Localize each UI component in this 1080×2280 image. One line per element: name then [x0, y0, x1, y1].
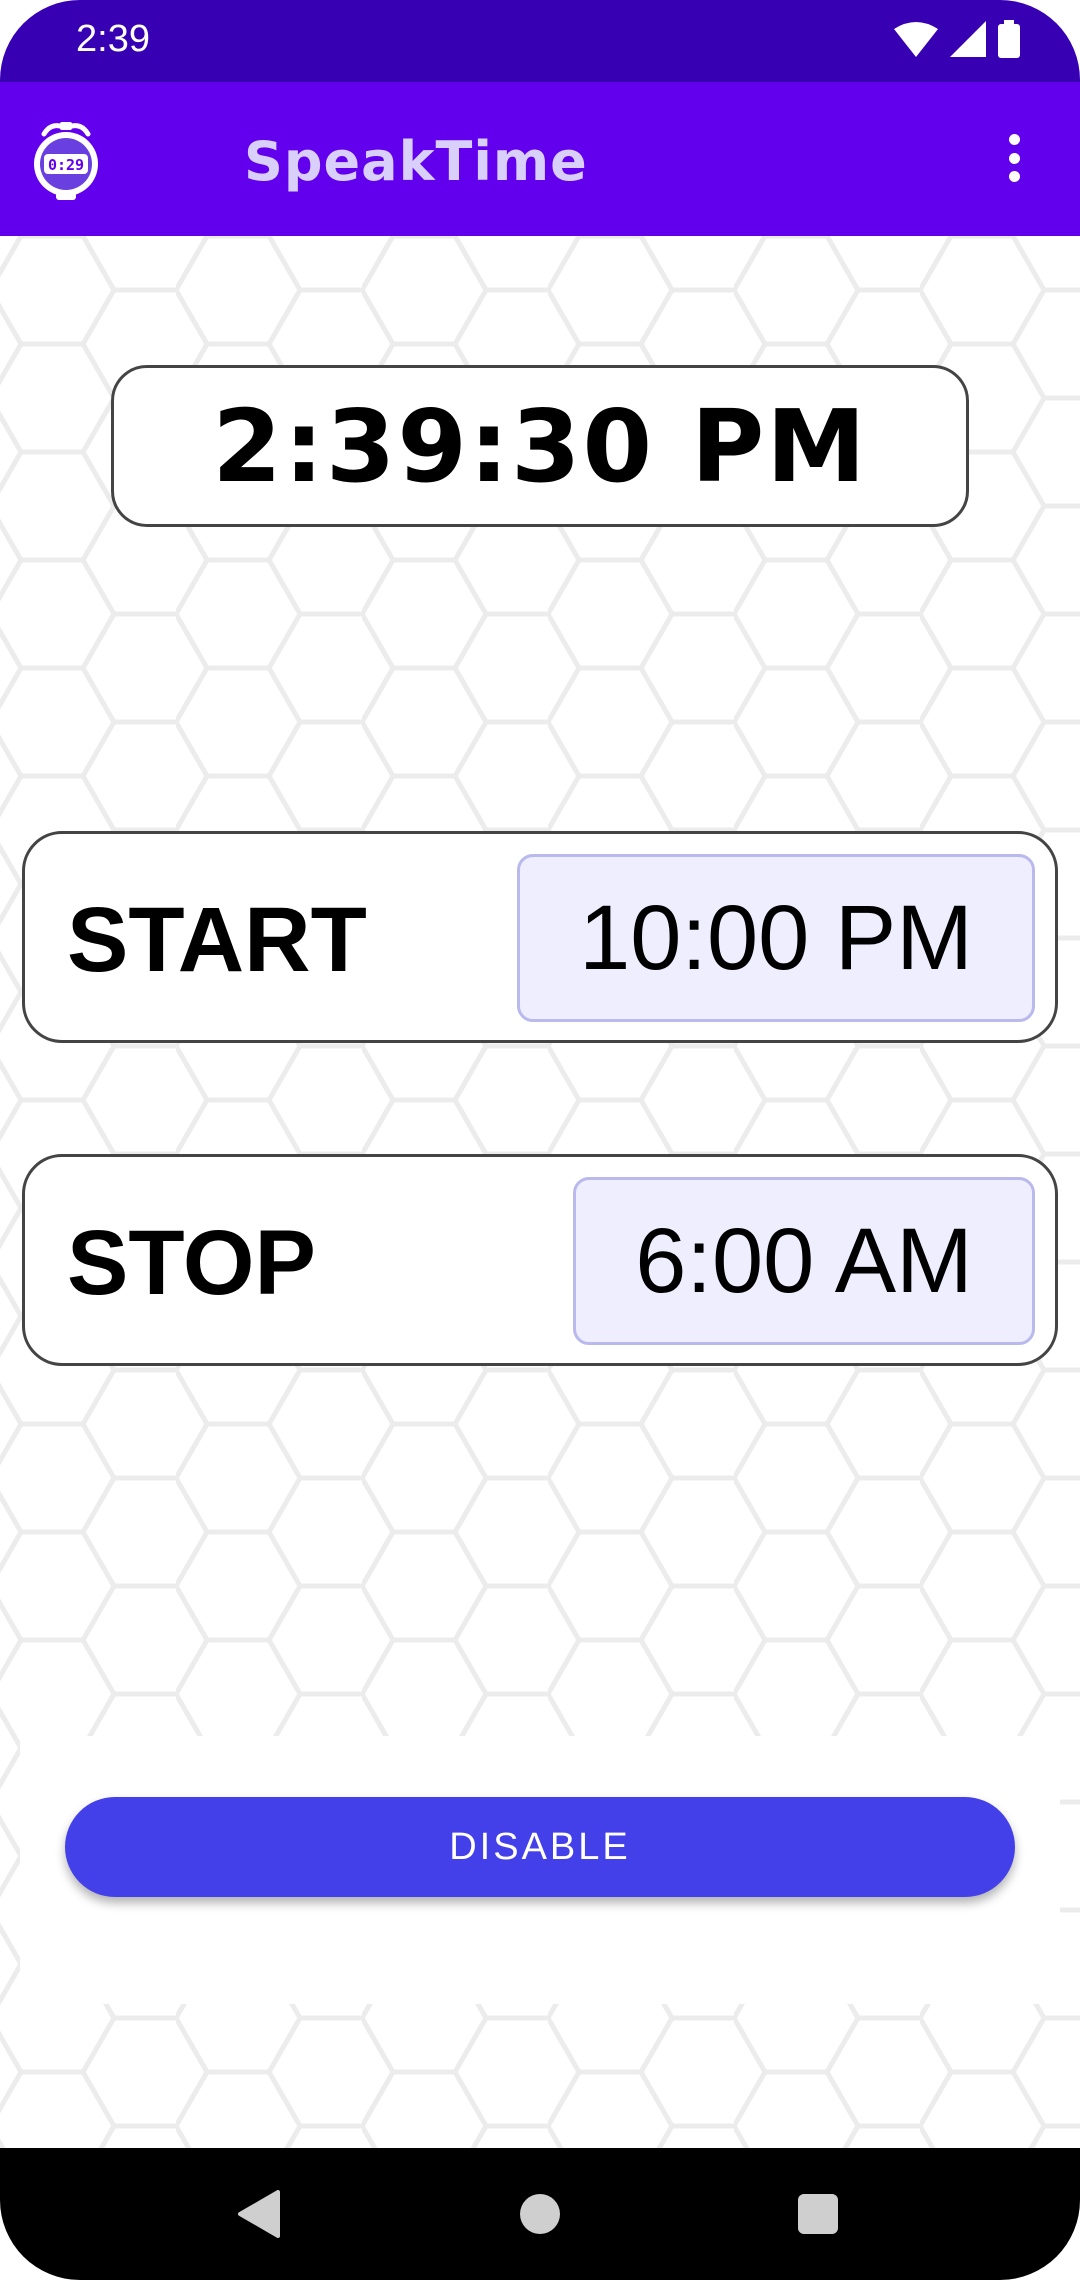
status-bar: 2:39 [0, 0, 1080, 82]
phone-screen: 2:39 0:29 SpeakTime 2:39:30 PM START 10:… [0, 0, 1080, 2280]
stop-time-row: STOP 6:00 AM [22, 1154, 1058, 1366]
app-bar: 0:29 SpeakTime [0, 82, 1080, 236]
stop-label: STOP [67, 1212, 316, 1314]
start-time-row: START 10:00 PM [22, 831, 1058, 1043]
menu-dot [1008, 134, 1020, 145]
app-title: SpeakTime [244, 130, 588, 193]
menu-dot [1008, 171, 1020, 182]
battery-icon [998, 20, 1020, 58]
wifi-icon [894, 22, 938, 57]
menu-dot [1008, 152, 1020, 164]
overflow-menu-icon[interactable] [994, 126, 1034, 190]
recents-icon[interactable] [798, 2194, 838, 2234]
main-content: 2:39:30 PM START 10:00 PM STOP 6:00 AM D… [0, 236, 1080, 2148]
stop-time-button[interactable]: 6:00 AM [573, 1177, 1035, 1345]
home-icon[interactable] [520, 2194, 560, 2234]
navigation-bar [0, 2148, 1080, 2280]
start-time-button[interactable]: 10:00 PM [517, 854, 1035, 1022]
current-time-display: 2:39:30 PM [111, 365, 969, 527]
status-time: 2:39 [76, 18, 150, 60]
status-icons [894, 20, 1020, 58]
stopwatch-icon[interactable]: 0:29 [30, 120, 102, 200]
disable-button[interactable]: DISABLE [65, 1797, 1015, 1897]
start-label: START [67, 889, 367, 991]
current-time-text: 2:39:30 PM [212, 387, 868, 505]
back-icon[interactable] [236, 2190, 280, 2238]
cell-signal-icon [950, 21, 986, 57]
stopwatch-icon-text: 0:29 [48, 156, 84, 174]
